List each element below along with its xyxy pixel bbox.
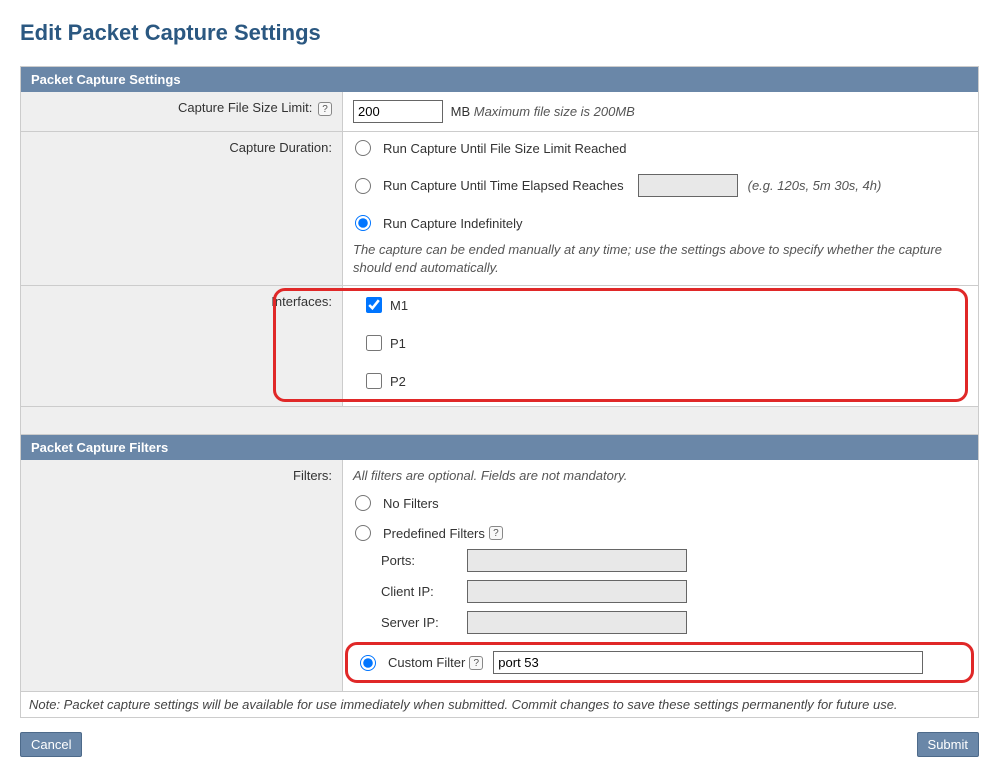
row-file-size: Capture File Size Limit: ? MB Maximum fi… bbox=[21, 92, 978, 132]
checkbox-p2[interactable] bbox=[366, 373, 382, 389]
input-ports[interactable] bbox=[467, 549, 687, 572]
label-file-size: Capture File Size Limit: ? bbox=[21, 92, 343, 131]
radio-until-time[interactable] bbox=[355, 178, 371, 194]
filters-intro: All filters are optional. Fields are not… bbox=[353, 468, 968, 483]
label-client-ip: Client IP: bbox=[381, 584, 467, 599]
predefined-fields: Ports: Client IP: Server IP: bbox=[381, 549, 968, 634]
checkbox-p1-label: P1 bbox=[390, 336, 406, 351]
spacer bbox=[21, 407, 978, 435]
submit-button[interactable]: Submit bbox=[917, 732, 979, 757]
radio-predefined[interactable] bbox=[355, 525, 371, 541]
help-icon[interactable]: ? bbox=[318, 102, 332, 116]
radio-no-filters[interactable] bbox=[355, 495, 371, 511]
file-size-input[interactable] bbox=[353, 100, 443, 123]
radio-until-time-label: Run Capture Until Time Elapsed Reaches bbox=[383, 178, 624, 193]
checkbox-m1[interactable] bbox=[366, 297, 382, 313]
interfaces-highlight: M1 P1 P2 bbox=[273, 288, 968, 402]
checkbox-p2-label: P2 bbox=[390, 374, 406, 389]
custom-filter-highlight: Custom Filter ? bbox=[345, 642, 974, 683]
radio-until-size[interactable] bbox=[355, 140, 371, 156]
radio-until-size-label: Run Capture Until File Size Limit Reache… bbox=[383, 141, 627, 156]
help-icon[interactable]: ? bbox=[489, 526, 503, 540]
page-title: Edit Packet Capture Settings bbox=[20, 20, 979, 46]
radio-indef[interactable] bbox=[355, 215, 371, 231]
row-duration: Capture Duration: Run Capture Until File… bbox=[21, 132, 978, 286]
radio-no-filters-label: No Filters bbox=[383, 496, 439, 511]
time-input[interactable] bbox=[638, 174, 738, 197]
row-filters: Filters: All filters are optional. Field… bbox=[21, 460, 978, 691]
footer-note: Note: Packet capture settings will be av… bbox=[21, 691, 978, 717]
unit-mb: MB bbox=[451, 104, 471, 119]
section-header-settings: Packet Capture Settings bbox=[21, 67, 978, 92]
time-hint: (e.g. 120s, 5m 30s, 4h) bbox=[748, 178, 882, 193]
label-filters: Filters: bbox=[21, 460, 343, 691]
label-server-ip: Server IP: bbox=[381, 615, 467, 630]
duration-note: The capture can be ended manually at any… bbox=[353, 241, 968, 277]
radio-custom[interactable] bbox=[360, 655, 376, 671]
label-duration: Capture Duration: bbox=[21, 132, 343, 285]
checkbox-m1-label: M1 bbox=[390, 298, 408, 313]
cancel-button[interactable]: Cancel bbox=[20, 732, 82, 757]
input-custom-filter[interactable] bbox=[493, 651, 923, 674]
radio-predefined-label: Predefined Filters bbox=[383, 526, 485, 541]
label-ports: Ports: bbox=[381, 553, 467, 568]
input-client-ip[interactable] bbox=[467, 580, 687, 603]
settings-panel: Packet Capture Settings Capture File Siz… bbox=[20, 66, 979, 718]
input-server-ip[interactable] bbox=[467, 611, 687, 634]
section-header-filters: Packet Capture Filters bbox=[21, 435, 978, 460]
checkbox-p1[interactable] bbox=[366, 335, 382, 351]
help-icon[interactable]: ? bbox=[469, 656, 483, 670]
button-row: Cancel Submit bbox=[20, 732, 979, 757]
row-interfaces: Interfaces: M1 P1 P2 bbox=[21, 286, 978, 407]
radio-indef-label: Run Capture Indefinitely bbox=[383, 216, 522, 231]
file-size-hint: Maximum file size is 200MB bbox=[474, 104, 635, 119]
radio-custom-label: Custom Filter bbox=[388, 655, 465, 670]
